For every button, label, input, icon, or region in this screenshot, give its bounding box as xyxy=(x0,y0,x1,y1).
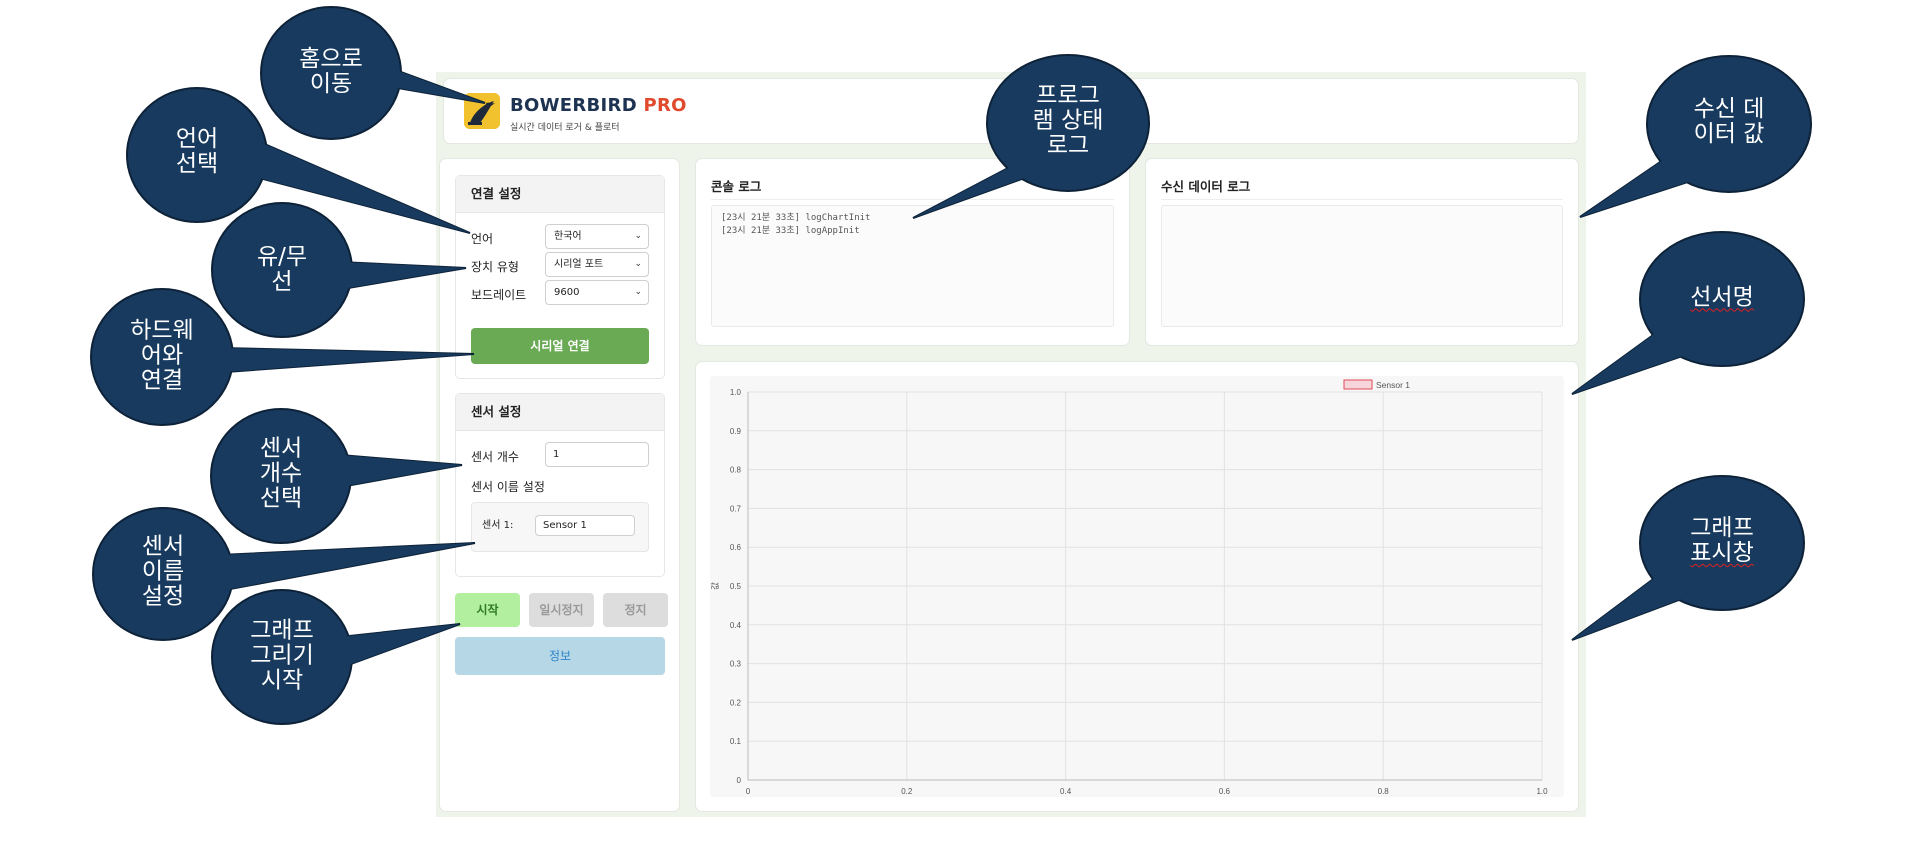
callout-graph-window: 그래프 표시창 xyxy=(1690,516,1753,566)
callout-graph-start: 그래프 그리기 시작 xyxy=(250,617,314,694)
callout-hardware: 하드웨 어와 연결 xyxy=(130,317,194,394)
callout-language: 언어 선택 xyxy=(175,126,219,177)
callout-wired: 유/무 선 xyxy=(256,244,308,295)
callout-graph-start-bubble xyxy=(211,589,461,725)
callout-program-state: 프로그 램 상태 로그 xyxy=(1032,82,1104,159)
callout-tail-join xyxy=(913,167,1030,218)
callout-graph-window-bubble xyxy=(1571,475,1805,641)
callout-rx-values: 수신 데 이터 값 xyxy=(1693,96,1765,147)
callout-sensor-count: 센서 개수 선택 xyxy=(259,435,303,512)
callout-sensor-count-bubble xyxy=(210,408,463,544)
callout-tail-join xyxy=(220,543,475,590)
callout-tail-join xyxy=(1572,574,1700,640)
callout-graph-window-line1: 그래프 xyxy=(1690,515,1754,541)
callout-sensor-name-right: 선서명 xyxy=(1690,284,1754,311)
callout-program-state-bubble xyxy=(912,54,1150,219)
callout-home-bubble xyxy=(260,6,486,140)
callout-home: 홈으로 이동 xyxy=(299,46,363,97)
annotation-layer xyxy=(90,6,1812,725)
callout-sensor-name-right-bubble xyxy=(1571,231,1805,395)
callout-wired-bubble xyxy=(211,202,467,338)
callout-tail-join xyxy=(222,348,474,372)
callout-sensor-name: 센서 이름 설정 xyxy=(141,533,185,610)
callout-graph-window-line2: 표시창 xyxy=(1690,540,1754,566)
